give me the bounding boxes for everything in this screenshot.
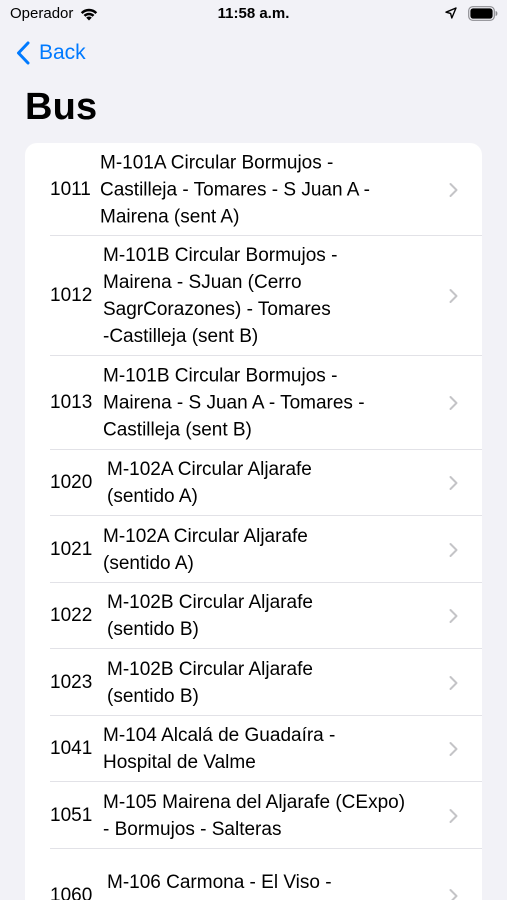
- chevron-right-icon: [449, 808, 458, 823]
- location-icon: [445, 7, 457, 19]
- route-code: 1060: [50, 885, 93, 900]
- chevron-right-icon: [449, 675, 458, 690]
- route-code: 1041: [50, 738, 93, 759]
- route-code: 1020: [50, 472, 93, 493]
- back-button[interactable]: Back: [16, 38, 86, 68]
- chevron-right-icon: [449, 476, 458, 490]
- route-code: 1012: [50, 285, 93, 306]
- status-time: 11:58 a.m.: [217, 5, 290, 22]
- chevron-right-icon: [449, 889, 458, 900]
- route-name: M-102B Circular Aljarafe (sentido B): [107, 592, 313, 640]
- chevron-right-icon: [449, 289, 458, 303]
- list-item[interactable]: 1023 M-102B Circular Aljarafe (sentido B…: [25, 649, 482, 716]
- list-item[interactable]: 1041 M-104 Alcalá de Guadaíra - Hospital…: [25, 716, 482, 782]
- route-name: M-104 Alcalá de Guadaíra - Hospital de V…: [103, 725, 336, 773]
- route-code: 1013: [50, 392, 93, 413]
- list-item[interactable]: 1011 M-101A Circular Bormujos - Castille…: [25, 143, 482, 236]
- route-name: M-101B Circular Bormujos - Mairena - SJu…: [103, 245, 338, 347]
- list-item[interactable]: 1022 M-102B Circular Aljarafe (sentido B…: [25, 583, 482, 649]
- route-list: 1011 M-101A Circular Bormujos - Castille…: [25, 143, 482, 900]
- route-name: M-101A Circular Bormujos - Castilleja - …: [100, 152, 370, 227]
- chevron-left-icon: [17, 41, 30, 65]
- battery-icon: [468, 6, 498, 21]
- route-name: M-105 Mairena del Aljarafe (CExpo) - Bor…: [103, 791, 406, 840]
- status-bar: Operador 11:58 a.m.: [0, 0, 507, 28]
- route-name: M-101B Circular Bormujos - Mairena - S J…: [103, 365, 365, 441]
- chevron-right-icon: [449, 609, 458, 623]
- route-code: 1011: [50, 178, 91, 200]
- list-item[interactable]: 1012 M-101B Circular Bormujos - Mairena …: [25, 236, 482, 356]
- list-item[interactable]: 1021 M-102A Circular Aljarafe (sentido A…: [25, 516, 482, 583]
- list-item[interactable]: 1060 M-106 Carmona - El Viso - Mairena d…: [25, 849, 482, 900]
- list-item[interactable]: 1051 M-105 Mairena del Aljarafe (CExpo) …: [25, 782, 482, 849]
- list-item[interactable]: 1013 M-101B Circular Bormujos - Mairena …: [25, 356, 482, 450]
- route-code: 1021: [50, 538, 93, 560]
- screen: Operador 11:58 a.m. Back Bus 1011 M-101A…: [0, 0, 507, 900]
- back-label: Back: [39, 41, 86, 64]
- chevron-right-icon: [449, 742, 458, 756]
- route-name: M-106 Carmona - El Viso - Mairena del Al…: [107, 872, 348, 900]
- route-name: M-102A Circular Aljarafe (sentido A): [107, 459, 312, 507]
- list-item[interactable]: 1020 M-102A Circular Aljarafe (sentido A…: [25, 450, 482, 516]
- route-name: M-102B Circular Aljarafe (sentido B): [107, 658, 313, 707]
- route-name: M-102A Circular Aljarafe (sentido A): [103, 525, 308, 574]
- route-code: 1023: [50, 671, 93, 693]
- page-title: Bus: [25, 86, 98, 128]
- chevron-right-icon: [449, 396, 458, 410]
- chevron-right-icon: [449, 182, 458, 197]
- route-code: 1022: [50, 605, 93, 626]
- chevron-right-icon: [449, 542, 458, 557]
- route-code: 1051: [50, 804, 93, 826]
